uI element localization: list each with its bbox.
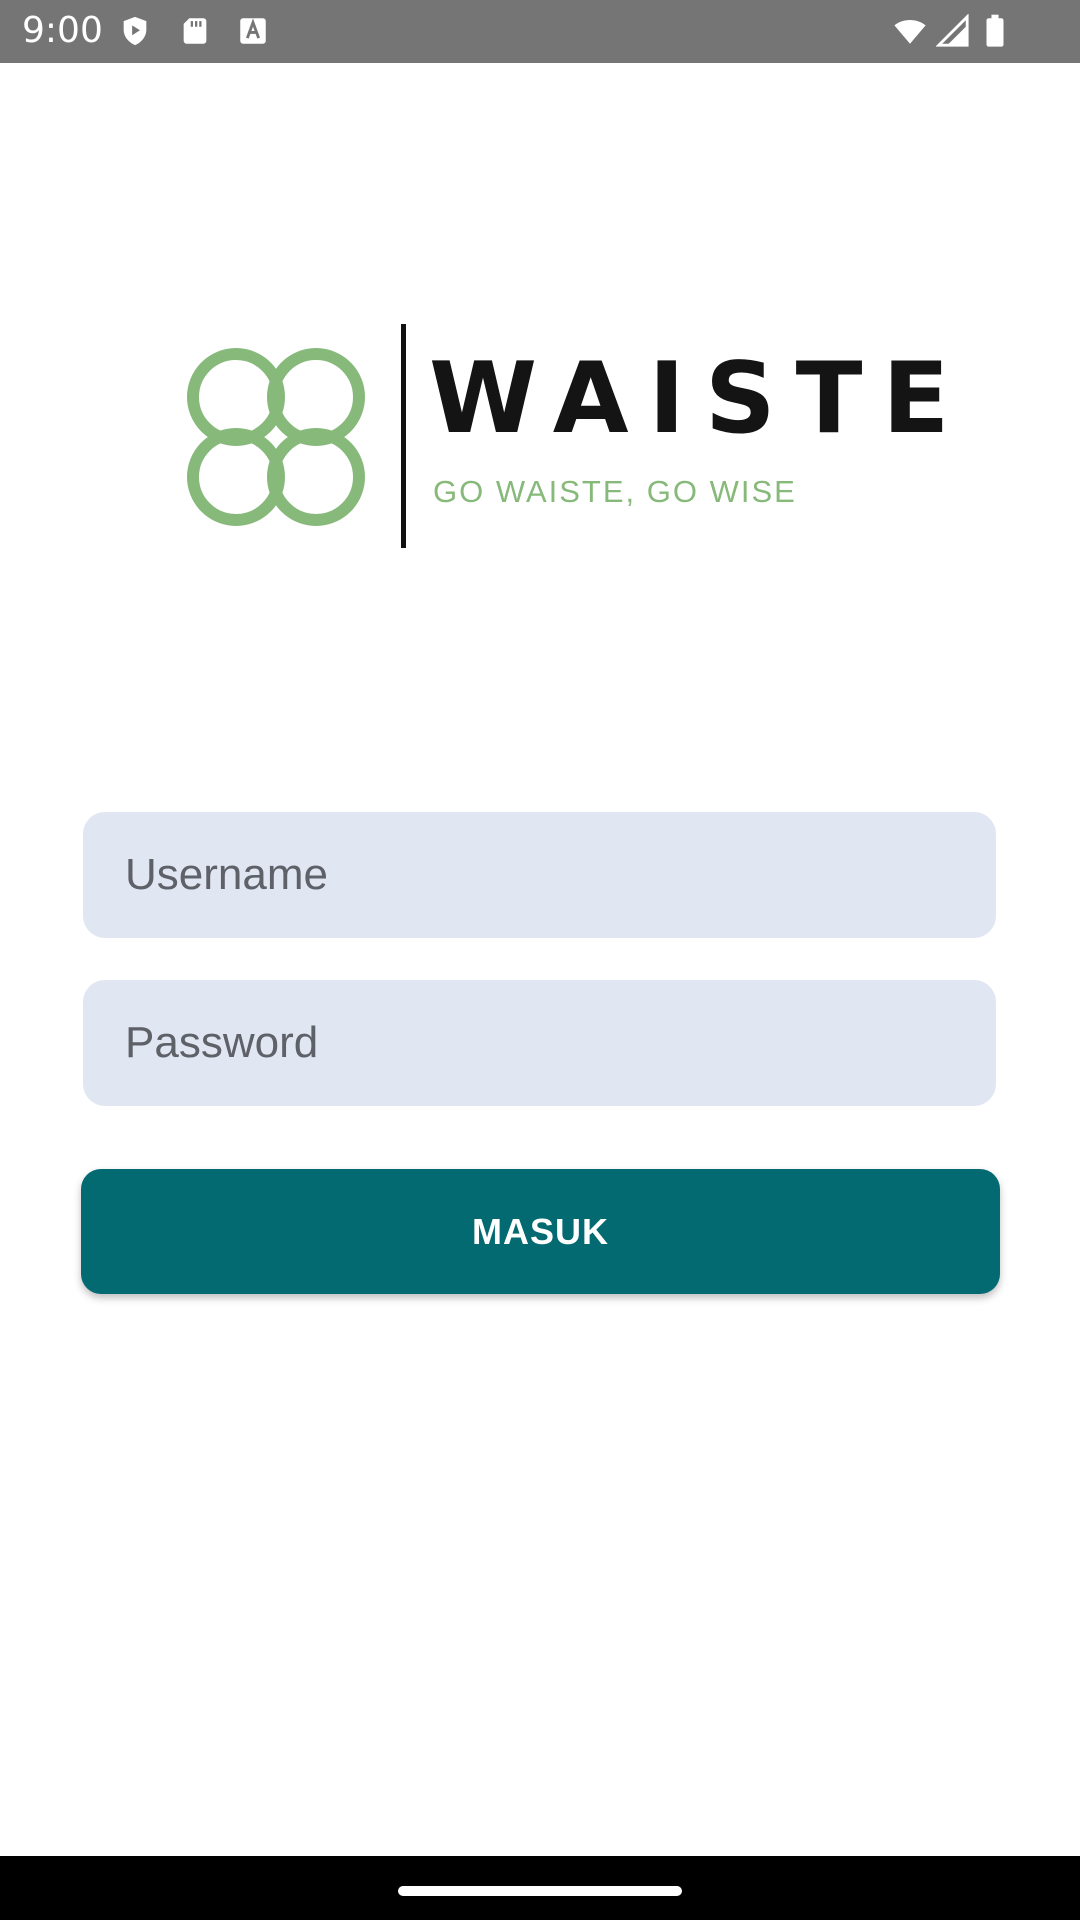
clover-logo-icon <box>183 344 369 530</box>
logo-wordmark: WAISTE <box>429 342 970 456</box>
logo-divider <box>401 324 406 548</box>
wifi-icon <box>890 14 930 48</box>
username-input[interactable] <box>123 849 996 901</box>
battery-icon <box>980 14 1010 48</box>
waiste-logo: WAISTE GO WAISTE, GO WISE <box>183 324 949 550</box>
status-bar: 9:00 <box>0 0 1080 63</box>
navigation-bar <box>0 1856 1080 1920</box>
login-screen: 9:00 WAISTE GO WAISTE, GO WISE Username … <box>0 0 1080 1920</box>
login-button[interactable]: MASUK <box>81 1169 1000 1294</box>
play-protect-icon <box>118 14 152 48</box>
status-time: 9:00 <box>22 10 103 51</box>
password-input[interactable] <box>123 1017 996 1069</box>
logo-tagline: GO WAISTE, GO WISE <box>433 474 797 509</box>
password-field[interactable] <box>83 980 996 1106</box>
text-a-icon <box>236 14 270 48</box>
signal-icon <box>936 14 970 48</box>
sd-card-icon <box>178 14 212 48</box>
home-indicator[interactable] <box>398 1886 682 1896</box>
username-field[interactable] <box>83 812 996 938</box>
